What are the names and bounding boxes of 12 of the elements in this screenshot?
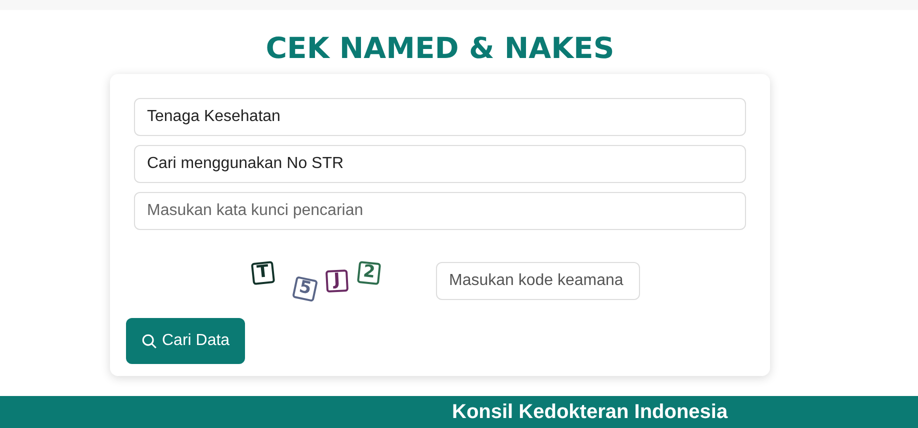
select-field[interactable]: Cari menggunakan No STR [134,145,746,183]
captcha-character: 2 [356,260,382,286]
captcha-character: T [250,260,276,286]
footer-title: Konsil Kedokteran Indonesia [452,400,728,424]
search-icon [141,332,158,350]
captcha-character: 5 [292,276,318,302]
captcha-input[interactable]: Masukan kode keamana [436,262,640,300]
captcha-character: J [325,269,349,293]
page-title: CEK NAMED & NAKES [266,30,614,66]
keyword-input[interactable]: Masukan kata kunci pencarian [134,192,746,230]
select-field[interactable]: Tenaga Kesehatan [134,98,746,136]
search-button[interactable]: Cari Data [126,318,245,364]
